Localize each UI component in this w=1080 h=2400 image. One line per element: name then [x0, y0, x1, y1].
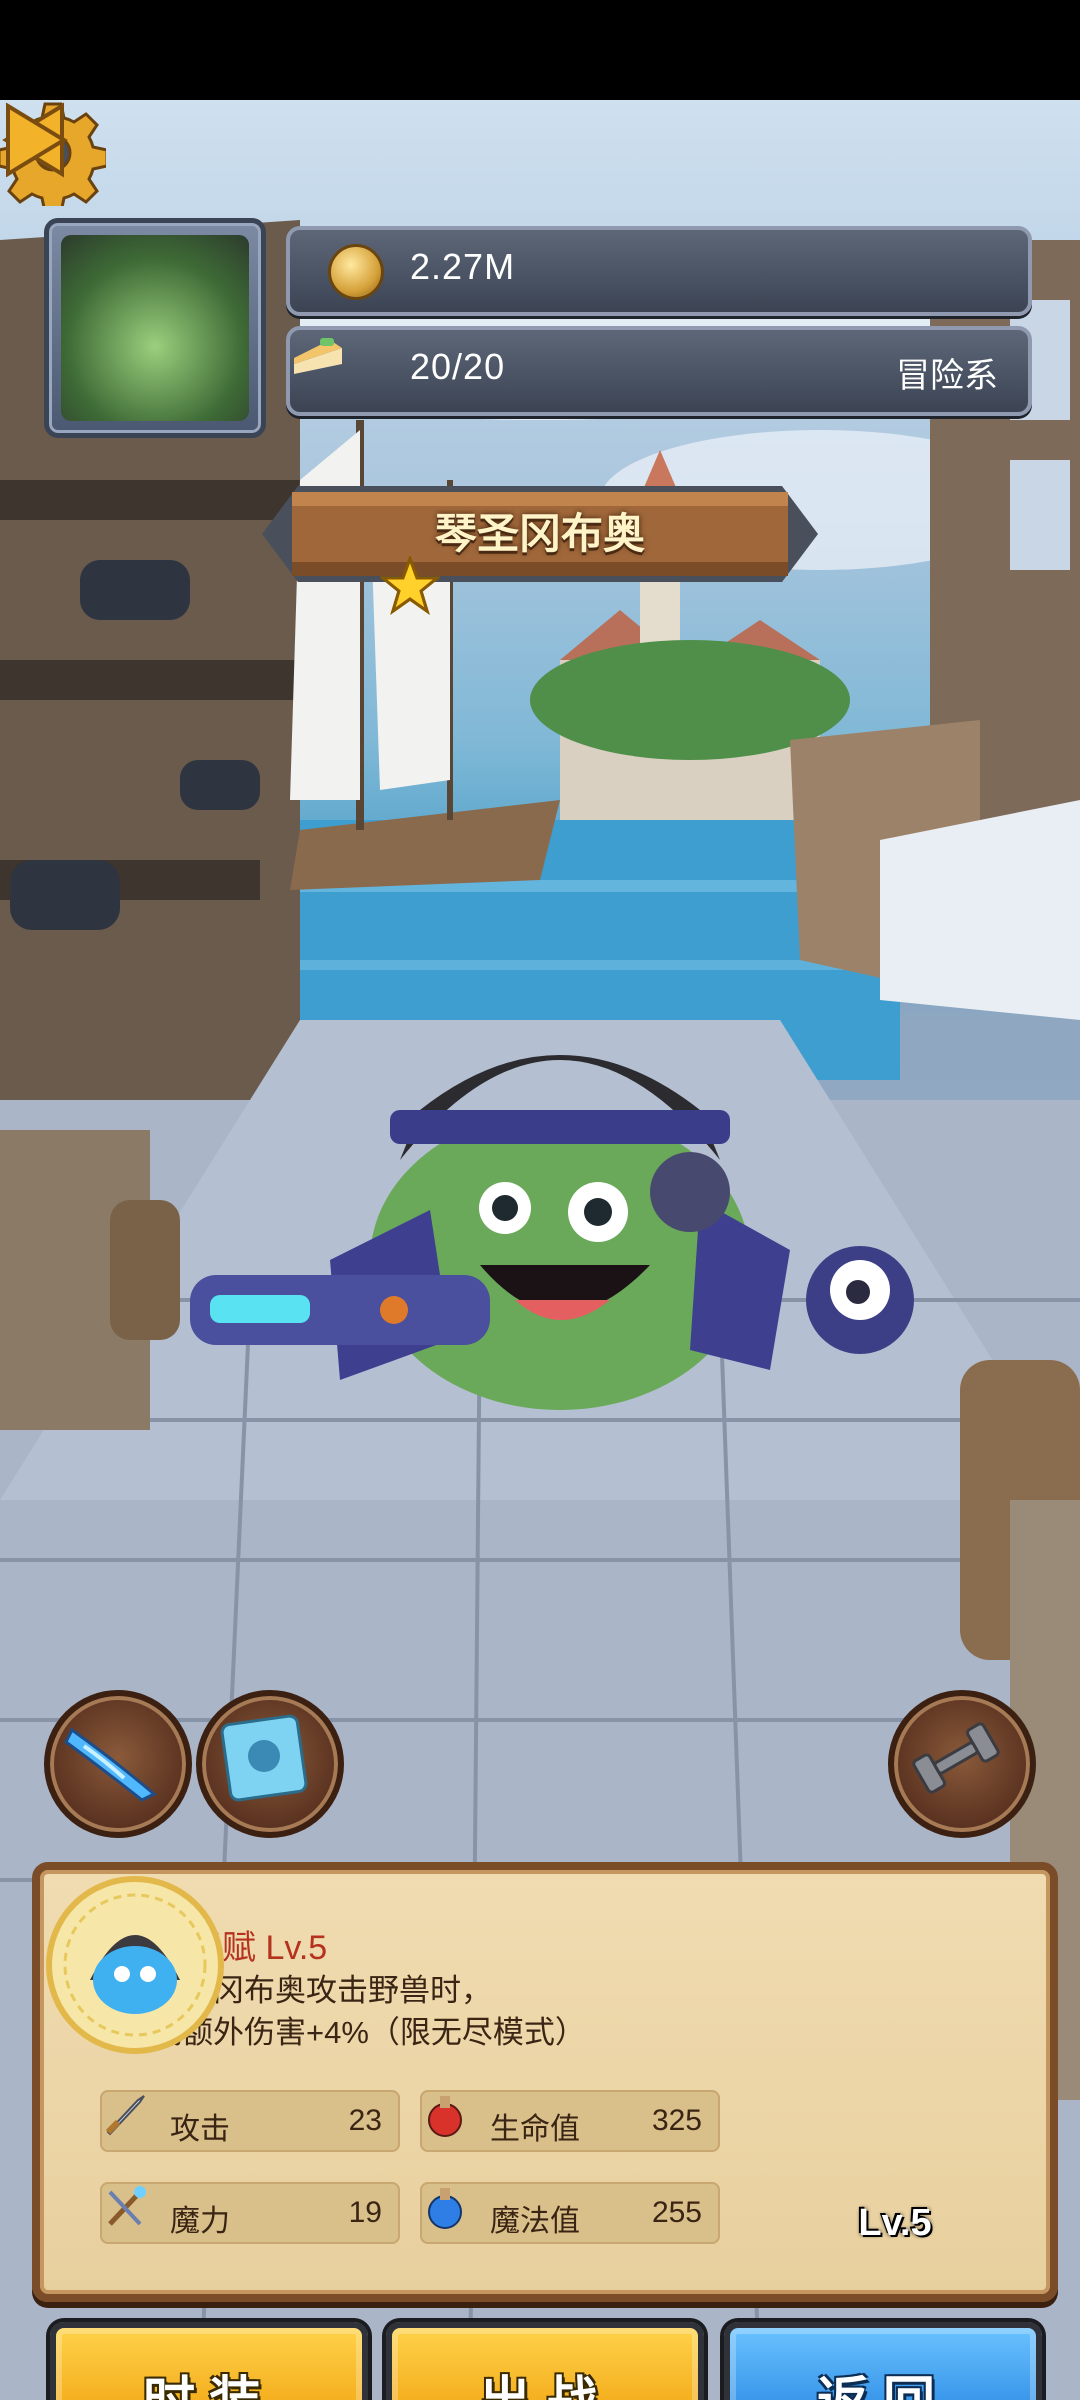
blue-blade-icon — [64, 1727, 157, 1802]
avatar-image — [61, 235, 249, 421]
coin-bar: 2.27M — [286, 226, 1032, 316]
coin-icon — [328, 244, 384, 300]
sword-icon — [105, 2095, 145, 2136]
stat-attack: 攻击 23 — [100, 2090, 400, 2152]
stat-hp: 生命值 325 — [420, 2090, 720, 2152]
hero-star-rating — [380, 556, 700, 616]
stat-label: 攻击 — [170, 2113, 230, 2146]
staff-icon — [108, 2186, 146, 2226]
stat-magic: 魔力 19 — [100, 2182, 400, 2244]
stamina-amount: 20/20 — [410, 346, 506, 387]
red-potion-icon — [428, 2096, 462, 2137]
star-icon — [380, 556, 440, 615]
stat-label: 魔力 — [170, 2205, 230, 2238]
coin-amount: 2.27M — [410, 246, 516, 287]
talent-info-panel: 琴圣天赋 Lv.5 同阵营冈布奥攻击野兽时， 造成额外伤害+4%（限无尽模式） … — [32, 1862, 1058, 2302]
pet-level: Lv.5 — [858, 2202, 932, 2244]
status-bar — [0, 0, 1080, 100]
training-button[interactable] — [888, 1690, 1036, 1838]
next-hero-arrow-icon[interactable] — [0, 100, 70, 180]
game-scene: 2.27M 20/20 冒险系 琴圣冈布奥 琴圣天赋 Lv.5 同阵营冈布奥攻击… — [0, 100, 1080, 2400]
weapon-button[interactable] — [44, 1690, 192, 1838]
puzzle-tile-icon — [220, 1714, 308, 1802]
stat-mp: 魔法值 255 — [420, 2182, 720, 2244]
stat-label: 魔法值 — [490, 2205, 580, 2238]
battle-button-label: 出战 — [392, 2328, 698, 2400]
costume-button[interactable]: 时装 — [50, 2322, 368, 2400]
category-label: 冒险系 — [896, 357, 998, 395]
stat-value: 325 — [651, 2104, 702, 2137]
stamina-bar: 20/20 冒险系 — [286, 326, 1032, 416]
blue-potion-icon — [428, 2188, 462, 2229]
back-button-label: 返回 — [730, 2328, 1036, 2400]
cake-icon — [294, 338, 342, 374]
stat-value: 19 — [348, 2196, 382, 2229]
puzzle-button[interactable] — [196, 1690, 344, 1838]
dumbbell-icon — [912, 1722, 1000, 1794]
player-avatar[interactable] — [44, 218, 266, 438]
battle-button[interactable]: 出战 — [386, 2322, 704, 2400]
pet-emblem-icon[interactable] — [40, 1870, 230, 2060]
stat-value: 255 — [651, 2196, 702, 2229]
costume-button-label: 时装 — [56, 2328, 362, 2400]
stat-value: 23 — [348, 2104, 382, 2137]
stat-label: 生命值 — [490, 2113, 580, 2146]
back-button[interactable]: 返回 — [724, 2322, 1042, 2400]
